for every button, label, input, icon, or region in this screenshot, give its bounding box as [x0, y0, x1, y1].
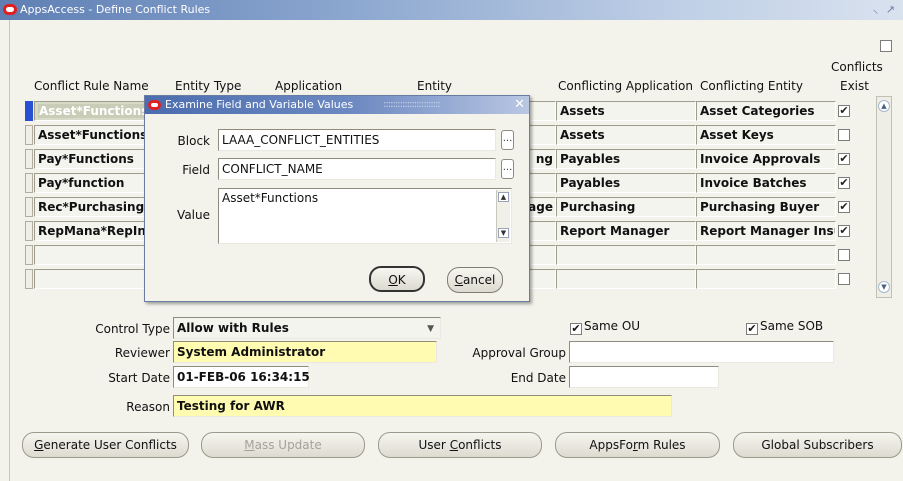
examine-dialog: Examine Field and Variable Values ::::::… — [144, 95, 530, 302]
value-textarea[interactable]: Asset*Functions ▲ ▼ — [218, 188, 512, 244]
reason-field[interactable]: Testing for AWR — [173, 395, 672, 417]
conflicting-entity-cell[interactable]: Report Manager Insur — [696, 221, 836, 241]
ok-button[interactable]: OK — [369, 266, 425, 292]
same-sob-label: Same SOB — [760, 319, 824, 333]
header-conflicts: Conflicts — [831, 60, 883, 74]
header-application: Application — [275, 79, 343, 93]
rule-name-cell[interactable] — [34, 269, 160, 289]
global-subscribers-button[interactable]: Global Subscribers — [733, 432, 902, 458]
row-indicator[interactable] — [25, 125, 33, 145]
conflicting-entity-cell[interactable] — [696, 269, 836, 289]
control-type-label: Control Type — [95, 322, 170, 336]
row-indicator-current[interactable] — [25, 101, 33, 121]
field-label: Field — [182, 163, 210, 177]
rule-name-cell[interactable]: RepMana*RepInsu — [34, 221, 160, 241]
conflicts-exist-checkbox[interactable]: ✔ — [838, 177, 850, 189]
close-icon[interactable]: ✕ — [514, 96, 525, 114]
conflicts-exist-checkbox[interactable]: ✔ — [838, 105, 850, 117]
end-date-field[interactable] — [569, 366, 719, 388]
start-date-field[interactable]: 01-FEB-06 16:34:15 — [173, 366, 310, 388]
header-entity: Entity — [417, 79, 453, 93]
conflicting-entity-cell[interactable]: Invoice Batches — [696, 173, 836, 193]
titlebar-grip: :::::::::::::::::::::::: — [383, 99, 441, 110]
block-lov-button[interactable]: ... — [501, 130, 514, 150]
scroll-down-icon[interactable]: ▼ — [878, 281, 890, 293]
header-exist: Exist — [840, 79, 869, 93]
rule-name-cell[interactable] — [34, 245, 160, 265]
conflicting-application-cell[interactable]: Payables — [556, 173, 696, 193]
conflicting-entity-cell[interactable]: Invoice Approvals — [696, 149, 836, 169]
block-field[interactable]: LAAA_CONFLICT_ENTITIES — [218, 129, 496, 151]
header-conflicting-entity: Conflicting Entity — [700, 79, 803, 93]
same-ou-label: Same OU — [584, 319, 641, 333]
same-sob-checkbox[interactable]: ✔ Same SOB — [746, 319, 823, 335]
window-titlebar: AppsAccess - Define Conflict Rules ⸜ ↗ — [0, 0, 903, 20]
conflicting-entity-cell[interactable]: Asset Categories — [696, 101, 836, 121]
scroll-up-icon[interactable]: ▲ — [878, 100, 890, 112]
conflicting-application-cell[interactable]: Purchasing — [556, 197, 696, 217]
window-title: AppsAccess - Define Conflict Rules — [20, 3, 211, 16]
rule-name-cell[interactable]: Rec*Purchasing — [34, 197, 160, 217]
header-conflicting-application: Conflicting Application — [558, 79, 693, 93]
value-label: Value — [177, 208, 210, 222]
conflicts-exist-checkbox[interactable] — [838, 129, 850, 141]
rule-name-cell[interactable]: Pay*function — [34, 173, 160, 193]
rule-name-cell[interactable]: Asset*Functions — [34, 125, 160, 145]
block-label: Block — [177, 134, 210, 148]
conflicts-exist-checkbox[interactable]: ✔ — [838, 201, 850, 213]
generate-user-conflicts-button[interactable]: Generate User Conflicts — [22, 432, 189, 458]
conflicts-exist-checkbox[interactable]: ✔ — [838, 225, 850, 237]
start-date-label: Start Date — [108, 371, 170, 385]
table-scrollbar[interactable]: ▲ ▼ — [876, 96, 892, 298]
value-scrollbar[interactable]: ▲ ▼ — [496, 190, 510, 242]
approval-group-field[interactable] — [569, 341, 834, 363]
field-lov-button[interactable]: ... — [501, 159, 514, 179]
rule-name-cell[interactable]: Asset*Functions — [34, 101, 160, 121]
approval-group-label: Approval Group — [472, 346, 566, 360]
cancel-button[interactable]: Cancel — [447, 267, 503, 293]
row-indicator[interactable] — [25, 269, 33, 289]
same-ou-checkbox-box[interactable]: ✔ — [570, 323, 582, 335]
conflicting-application-cell[interactable]: Assets — [556, 125, 696, 145]
reason-label: Reason — [126, 400, 170, 414]
row-indicator[interactable] — [25, 149, 33, 169]
conflicting-application-cell[interactable]: Assets — [556, 101, 696, 121]
conflicting-application-cell[interactable] — [556, 245, 696, 265]
window-controls-icon[interactable]: ⸜ ↗ — [873, 0, 897, 20]
reviewer-field[interactable]: System Administrator — [173, 341, 437, 363]
conflicting-application-cell[interactable] — [556, 269, 696, 289]
appsform-rules-button[interactable]: AppsForm Rules — [555, 432, 720, 458]
oracle-logo-icon — [148, 100, 161, 110]
same-sob-checkbox-box[interactable]: ✔ — [746, 323, 758, 335]
reviewer-label: Reviewer — [114, 346, 170, 360]
conflicting-entity-cell[interactable]: Asset Keys — [696, 125, 836, 145]
conflicting-application-cell[interactable]: Report Manager — [556, 221, 696, 241]
dialog-titlebar: Examine Field and Variable Values ::::::… — [145, 96, 529, 114]
row-indicator[interactable] — [25, 197, 33, 217]
user-conflicts-button[interactable]: User Conflicts — [378, 432, 542, 458]
conflicts-exist-checkbox[interactable] — [838, 249, 850, 261]
dialog-title: Examine Field and Variable Values — [165, 98, 354, 111]
field-field[interactable]: CONFLICT_NAME — [218, 158, 496, 180]
end-date-label: End Date — [510, 371, 566, 385]
header-entity-type: Entity Type — [175, 79, 242, 93]
conflicting-application-cell[interactable]: Payables — [556, 149, 696, 169]
chevron-down-icon: ▼ — [427, 324, 434, 334]
header-conflict-rule-name: Conflict Rule Name — [34, 79, 149, 93]
same-ou-checkbox[interactable]: ✔ Same OU — [570, 319, 640, 335]
mass-update-button[interactable]: Mass Update — [201, 432, 365, 458]
scroll-up-icon[interactable]: ▲ — [498, 192, 509, 202]
row-indicator[interactable] — [25, 245, 33, 265]
rule-name-cell[interactable]: Pay*Functions — [34, 149, 160, 169]
row-indicator[interactable] — [25, 221, 33, 241]
oracle-logo-icon — [3, 4, 17, 15]
conflicting-entity-cell[interactable] — [696, 245, 836, 265]
control-type-select[interactable]: Allow with Rules ▼ — [173, 317, 441, 339]
conflicts-exist-checkbox[interactable] — [838, 273, 850, 285]
conflicts-exist-checkbox[interactable]: ✔ — [838, 153, 850, 165]
conflicting-entity-cell[interactable]: Purchasing Buyer — [696, 197, 836, 217]
row-indicator[interactable] — [25, 173, 33, 193]
scroll-down-icon[interactable]: ▼ — [498, 228, 509, 238]
form-option-checkbox[interactable] — [880, 40, 892, 52]
